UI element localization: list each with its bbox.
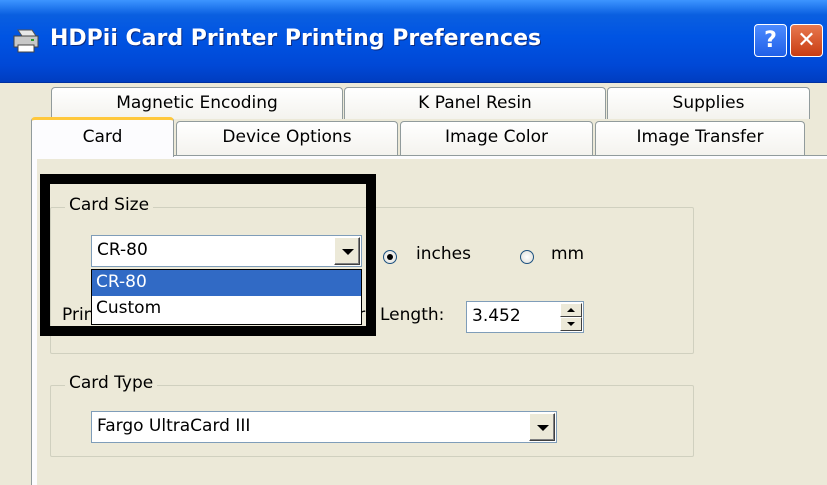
printer-icon xyxy=(13,29,39,53)
card-size-legend: Card Size xyxy=(65,195,154,215)
tab-image-transfer[interactable]: Image Transfer xyxy=(595,121,805,155)
mm-label: mm xyxy=(551,244,585,264)
tab-k-panel-resin[interactable]: K Panel Resin xyxy=(344,87,606,119)
spinner-buttons xyxy=(560,303,582,331)
length-value: 3.452 xyxy=(472,306,521,326)
card-type-legend: Card Type xyxy=(65,373,158,393)
help-button[interactable]: ? xyxy=(754,24,787,57)
close-button[interactable]: ✕ xyxy=(790,24,823,57)
chevron-down-icon[interactable] xyxy=(529,413,555,441)
tab-device-options[interactable]: Device Options xyxy=(176,121,398,155)
inches-label: inches xyxy=(416,244,471,264)
mm-radio[interactable] xyxy=(520,250,534,264)
card-type-selected-value: Fargo UltraCard III xyxy=(97,416,251,436)
length-label: Length: xyxy=(380,305,445,325)
title-bar[interactable]: HDPii Card Printer Printing Preferences … xyxy=(0,0,827,83)
window-title: HDPii Card Printer Printing Preferences xyxy=(50,26,542,51)
chevron-down-icon[interactable] xyxy=(334,237,360,265)
card-type-select[interactable]: Fargo UltraCard III xyxy=(91,411,557,443)
length-spinner[interactable]: 3.452 xyxy=(466,301,584,333)
spin-down-icon[interactable] xyxy=(560,317,582,331)
spin-up-icon[interactable] xyxy=(560,303,582,317)
inches-radio[interactable] xyxy=(383,250,397,264)
card-size-dropdown-list[interactable]: CR-80 Custom xyxy=(91,269,362,325)
dropdown-option-cr-80[interactable]: CR-80 xyxy=(92,270,361,296)
tab-card[interactable]: Card xyxy=(31,117,174,157)
tab-magnetic-encoding[interactable]: Magnetic Encoding xyxy=(51,87,343,119)
tab-image-color[interactable]: Image Color xyxy=(400,121,593,155)
card-size-select[interactable]: CR-80 xyxy=(91,235,362,267)
dropdown-option-custom[interactable]: Custom xyxy=(92,296,361,322)
card-size-selected-value: CR-80 xyxy=(97,240,148,260)
tab-supplies[interactable]: Supplies xyxy=(607,87,810,119)
